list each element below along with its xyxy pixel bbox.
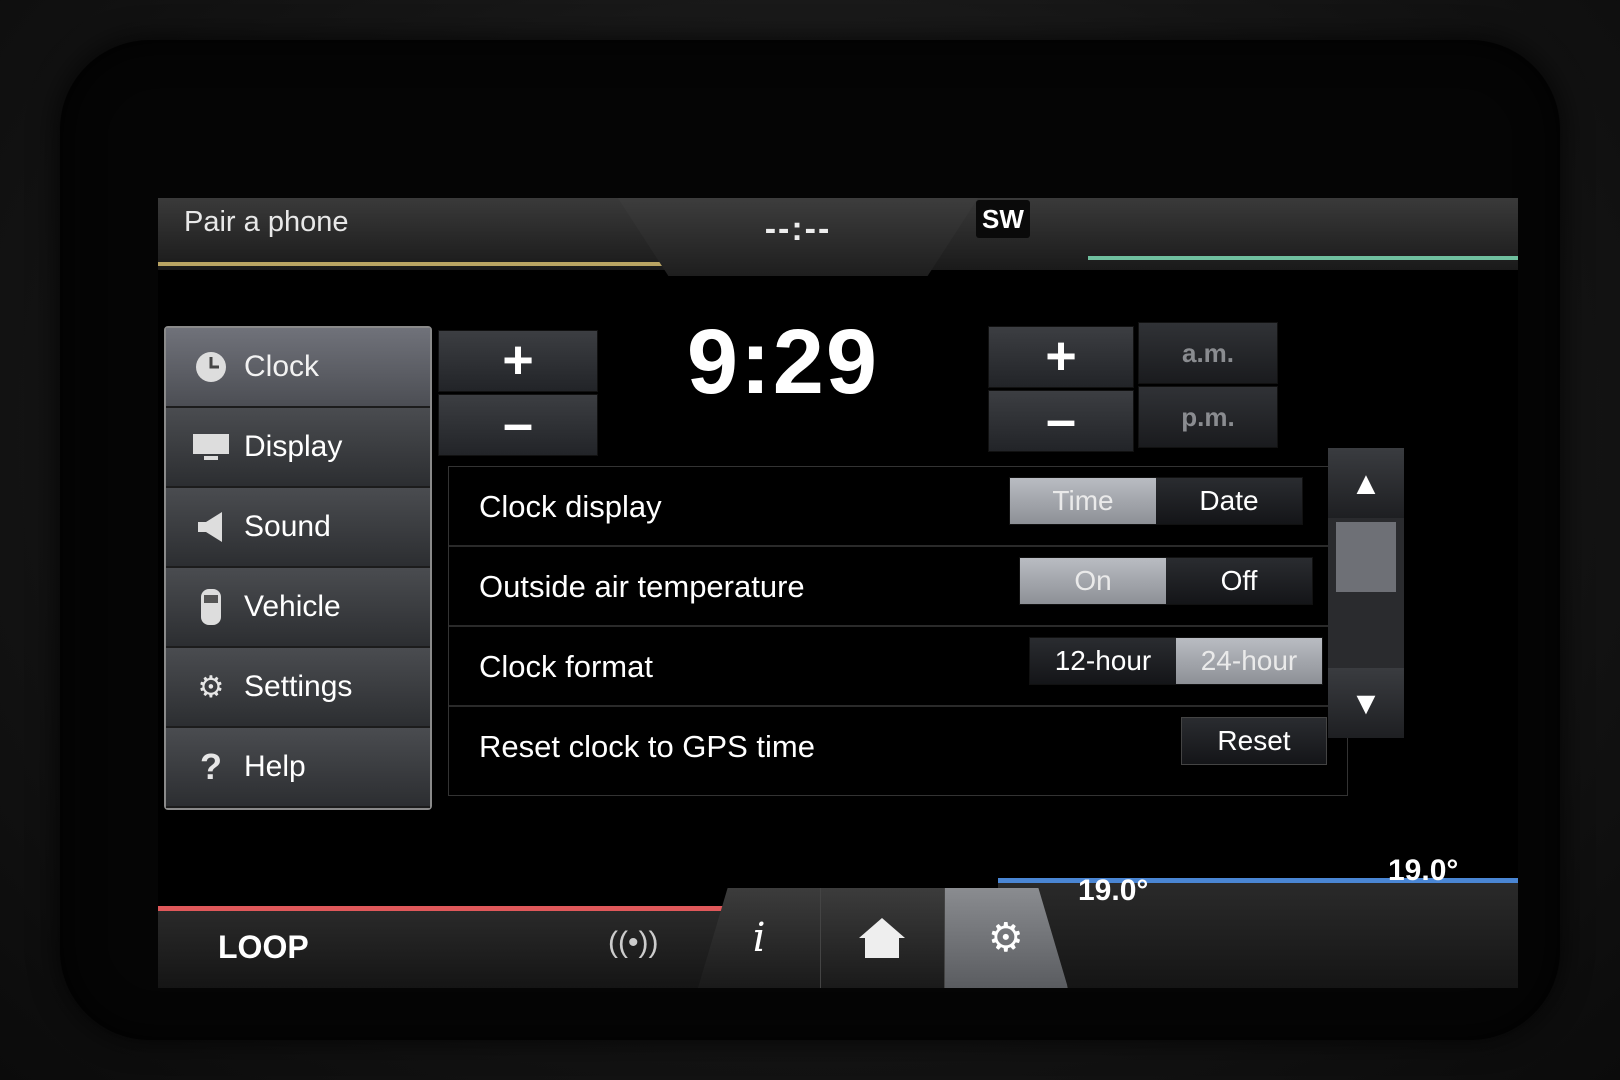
am-button[interactable]: a.m.	[1138, 322, 1278, 384]
outside-air-temperature-label: Outside air temperature	[479, 569, 805, 604]
clock-display-label: Clock display	[479, 489, 662, 524]
sidebar-item-clock[interactable]: Clock	[166, 328, 430, 408]
list-item: Reset clock to GPS time Reset	[449, 707, 1347, 787]
scroll-down-button[interactable]: ▼	[1328, 668, 1404, 738]
scroll-track[interactable]	[1328, 518, 1404, 668]
question-icon: ?	[200, 746, 222, 787]
clock-settings-list: Clock display Time Date Outside air temp…	[448, 466, 1348, 796]
settings-sidebar: Clock Display Sound Vehicle ⚙ Settings ?	[164, 326, 432, 810]
sidebar-item-label: Vehicle	[244, 590, 341, 623]
off-option[interactable]: Off	[1166, 558, 1312, 604]
display-icon	[190, 427, 232, 467]
home-icon[interactable]	[821, 888, 945, 988]
entertainment-accent-line	[158, 906, 758, 911]
radio-signal-icon[interactable]: ((•))	[608, 926, 658, 960]
list-item: Clock display Time Date	[449, 467, 1347, 547]
24-hour-option[interactable]: 24-hour	[1176, 638, 1322, 684]
top-clock: --:--	[764, 210, 832, 248]
climate-bar	[998, 878, 1518, 988]
time-option[interactable]: Time	[1010, 478, 1156, 524]
outside-temp-toggle: On Off	[1019, 557, 1313, 605]
compass-indicator[interactable]: SW	[976, 200, 1030, 238]
scroll-up-button[interactable]: ▲	[1328, 448, 1404, 518]
clock-icon	[190, 347, 232, 387]
driver-temperature[interactable]: 19.0°	[1078, 874, 1148, 908]
bottom-nav-tabs: i ⚙	[698, 888, 1068, 988]
hour-minus-button[interactable]: –	[438, 394, 598, 456]
minute-minus-button[interactable]: –	[988, 390, 1134, 452]
reset-clock-label: Reset clock to GPS time	[479, 729, 815, 764]
list-item: Clock format 12-hour 24-hour	[449, 627, 1347, 707]
sidebar-item-label: Help	[244, 750, 306, 783]
date-option[interactable]: Date	[1156, 478, 1302, 524]
clock-display-toggle: Time Date	[1009, 477, 1303, 525]
gear-icon: ⚙	[197, 670, 225, 704]
passenger-temperature[interactable]: 19.0°	[1388, 854, 1458, 888]
sidebar-item-help[interactable]: ? Help	[166, 728, 430, 808]
sidebar-item-label: Clock	[244, 350, 320, 383]
phone-accent-line	[158, 262, 678, 266]
list-item: Outside air temperature On Off	[449, 547, 1347, 627]
sidebar-item-sound[interactable]: Sound	[166, 488, 430, 568]
info-icon[interactable]: i	[698, 888, 822, 988]
speaker-icon	[190, 507, 232, 547]
on-option[interactable]: On	[1020, 558, 1166, 604]
12-hour-option[interactable]: 12-hour	[1030, 638, 1176, 684]
minute-plus-button[interactable]: +	[988, 326, 1134, 388]
sidebar-item-settings[interactable]: ⚙ Settings	[166, 648, 430, 728]
sidebar-item-label: Display	[244, 430, 343, 463]
hour-plus-button[interactable]: +	[438, 330, 598, 392]
audio-source-label[interactable]: LOOP	[218, 929, 309, 966]
sidebar-item-vehicle[interactable]: Vehicle	[166, 568, 430, 648]
sync-screen: Pair a phone --:-- SW Clock Display Soun…	[158, 198, 1518, 988]
list-scrollbar: ▲ ▼	[1328, 448, 1404, 738]
sidebar-item-label: Settings	[244, 670, 353, 703]
clock-format-label: Clock format	[479, 649, 653, 684]
clock-format-toggle: 12-hour 24-hour	[1029, 637, 1323, 685]
time-display: 9:29	[686, 311, 880, 413]
sidebar-item-label: Sound	[244, 510, 331, 543]
nav-accent-line	[1088, 256, 1518, 260]
car-icon	[190, 587, 232, 627]
reset-button[interactable]: Reset	[1181, 717, 1327, 765]
pair-phone-label[interactable]: Pair a phone	[184, 206, 348, 239]
pm-button[interactable]: p.m.	[1138, 386, 1278, 448]
scroll-thumb[interactable]	[1336, 522, 1396, 592]
sidebar-item-display[interactable]: Display	[166, 408, 430, 488]
